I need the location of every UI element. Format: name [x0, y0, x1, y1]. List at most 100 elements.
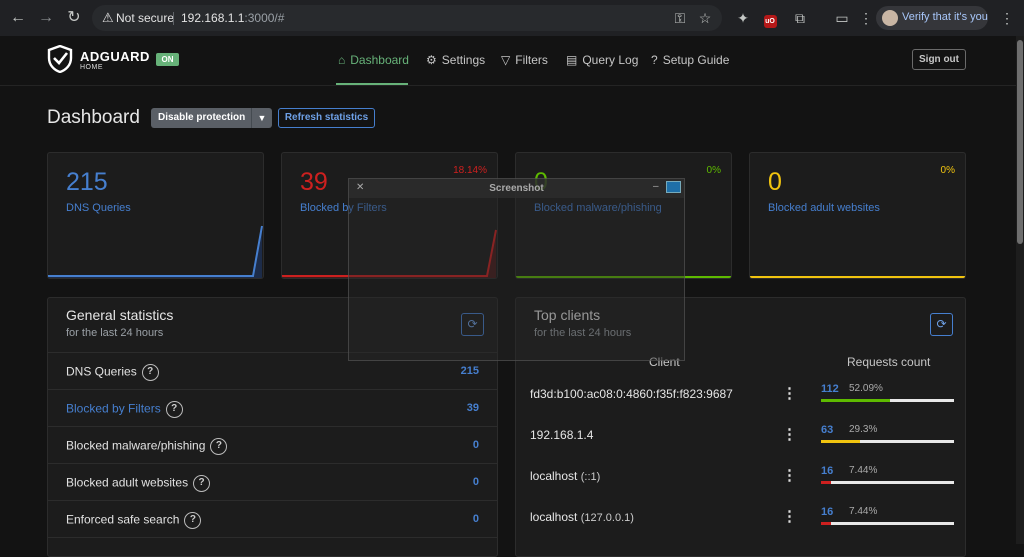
stat-value[interactable]: 215	[461, 365, 479, 377]
nav-setup-guide[interactable]: ? Setup Guide	[651, 53, 729, 67]
stat-row-safe-search: Enforced safe search? 0	[48, 500, 497, 537]
funnel-icon: ▽	[501, 53, 511, 67]
client-row: 192.168.1.4 ⋮ 63 29.3%	[516, 417, 965, 457]
active-nav-indicator	[336, 83, 408, 85]
more-sidebar-icon[interactable]: ⋮	[856, 8, 876, 28]
stat-label: Blocked adult websites	[66, 475, 189, 490]
refresh-statistics-button[interactable]: Refresh statistics	[278, 108, 375, 128]
screenshot-title: Screenshot	[489, 183, 544, 194]
key-icon[interactable]: ⚿	[670, 8, 690, 28]
address-bar[interactable]: ⚠ Not secure 192.168.1.1:3000/#	[92, 5, 722, 31]
not-secure-label[interactable]: Not secure	[116, 11, 174, 25]
stat-label: Enforced safe search	[66, 512, 180, 527]
brand-subtitle: HOME	[80, 64, 103, 71]
card-percent: 0%	[706, 165, 721, 176]
column-header-requests[interactable]: Requests count	[847, 355, 930, 369]
card-baseline	[750, 276, 965, 278]
monitor-icon[interactable]	[666, 181, 681, 193]
stat-label: DNS Queries	[66, 364, 137, 379]
ublock-icon[interactable]: uO	[760, 8, 780, 28]
help-icon[interactable]: ?	[193, 475, 211, 492]
stat-value[interactable]: 0	[473, 513, 479, 525]
disable-protection-label[interactable]: Disable protection	[158, 108, 245, 128]
gear-icon: ⚙	[426, 53, 437, 67]
extensions-puzzle-icon[interactable]: ⧉	[790, 8, 810, 28]
tab-search-icon[interactable]: ▭	[832, 8, 852, 28]
request-count: 16	[821, 465, 834, 477]
stat-value[interactable]: 0	[473, 476, 479, 488]
client-row: fd3d:b100:ac08:0:4860:f35f:f823:9687 ⋮ 1…	[516, 376, 965, 416]
stat-label[interactable]: Blocked by Filters	[66, 402, 161, 416]
extension-feather-icon[interactable]: ✦	[733, 8, 753, 28]
bookmark-star-icon[interactable]: ☆	[695, 8, 715, 28]
more-options-icon[interactable]: ⋮	[782, 384, 797, 402]
request-bar	[821, 481, 954, 484]
nav-settings[interactable]: ⚙ Settings	[426, 53, 485, 67]
card-label[interactable]: Blocked adult websites	[768, 202, 880, 214]
forward-icon[interactable]: →	[36, 8, 56, 28]
disable-protection-button[interactable]: Disable protection ▼	[151, 108, 272, 128]
table-row	[48, 537, 497, 556]
chevron-down-icon[interactable]: ▼	[251, 108, 272, 128]
request-percent: 7.44%	[849, 506, 878, 517]
stat-label: Blocked malware/phishing	[66, 438, 206, 453]
refresh-icon[interactable]: ⟳	[930, 313, 953, 336]
help-icon[interactable]: ?	[184, 512, 202, 529]
reload-icon[interactable]: ↻	[64, 8, 84, 28]
request-bar-fill	[821, 522, 831, 525]
document-icon: ▤	[566, 53, 578, 67]
request-bar-fill	[821, 440, 860, 443]
card-percent: 18.14%	[453, 165, 487, 176]
request-percent: 29.3%	[849, 424, 878, 435]
request-percent: 52.09%	[849, 383, 883, 394]
request-bar	[821, 440, 954, 443]
client-name[interactable]: localhost (127.0.0.1)	[530, 510, 634, 524]
request-percent: 7.44%	[849, 465, 878, 476]
sign-out-button[interactable]: Sign out	[912, 49, 966, 70]
avatar	[882, 10, 898, 26]
nav-dashboard[interactable]: ⌂ Dashboard	[338, 53, 409, 67]
warning-icon: ⚠	[102, 10, 114, 25]
help-icon[interactable]: ?	[210, 438, 228, 455]
request-count: 112	[821, 383, 839, 395]
request-bar-fill	[821, 481, 831, 484]
page-title: Dashboard	[47, 107, 140, 128]
app-header: ADGUARD HOME ON ⌂ Dashboard ⚙ Settings ▽ Fi…	[0, 36, 1016, 86]
card-blocked-adult: 0 Blocked adult websites 0%	[749, 152, 966, 279]
client-name[interactable]: fd3d:b100:ac08:0:4860:f35f:f823:9687	[530, 387, 733, 401]
browser-menu-icon[interactable]: ⋮	[997, 8, 1017, 28]
nav-filters[interactable]: ▽ Filters	[501, 53, 548, 67]
stat-row-blocked-adult: Blocked adult websites? 0	[48, 463, 497, 500]
minimize-icon[interactable]: –	[653, 181, 659, 192]
home-icon: ⌂	[338, 53, 346, 67]
screenshot-toolbar[interactable]: ✕ Screenshot –	[349, 179, 684, 198]
card-value: 39	[300, 168, 328, 196]
brand-name: ADGUARD	[80, 49, 150, 64]
help-icon[interactable]: ?	[165, 401, 183, 418]
help-icon[interactable]: ?	[141, 364, 159, 381]
client-name[interactable]: 192.168.1.4	[530, 428, 593, 442]
more-options-icon[interactable]: ⋮	[782, 425, 797, 443]
card-percent: 0%	[940, 165, 955, 176]
stat-value[interactable]: 39	[467, 402, 479, 414]
more-options-icon[interactable]: ⋮	[782, 507, 797, 525]
screenshot-selection-overlay[interactable]: ✕ Screenshot –	[348, 178, 685, 361]
adguard-shield-icon	[47, 45, 73, 73]
request-bar	[821, 522, 954, 525]
more-options-icon[interactable]: ⋮	[782, 466, 797, 484]
nav-query-log[interactable]: ▤ Query Log	[566, 53, 638, 67]
card-value: 215	[66, 168, 108, 196]
divider	[173, 12, 174, 25]
client-name[interactable]: localhost (::1)	[530, 469, 600, 483]
back-icon[interactable]: ←	[8, 8, 28, 28]
card-label[interactable]: DNS Queries	[66, 202, 131, 214]
scrollbar-thumb[interactable]	[1017, 40, 1023, 244]
card-sparkline	[48, 225, 263, 278]
request-count: 63	[821, 424, 834, 436]
url-text[interactable]: 192.168.1.1:3000/#	[181, 11, 284, 25]
stat-value[interactable]: 0	[473, 439, 479, 451]
card-dns-queries: 215 DNS Queries	[47, 152, 264, 279]
verify-label: Verify that it's you	[902, 11, 988, 23]
panel-title: General statistics	[66, 307, 174, 323]
verify-identity-button[interactable]: Verify that it's you	[876, 6, 988, 30]
